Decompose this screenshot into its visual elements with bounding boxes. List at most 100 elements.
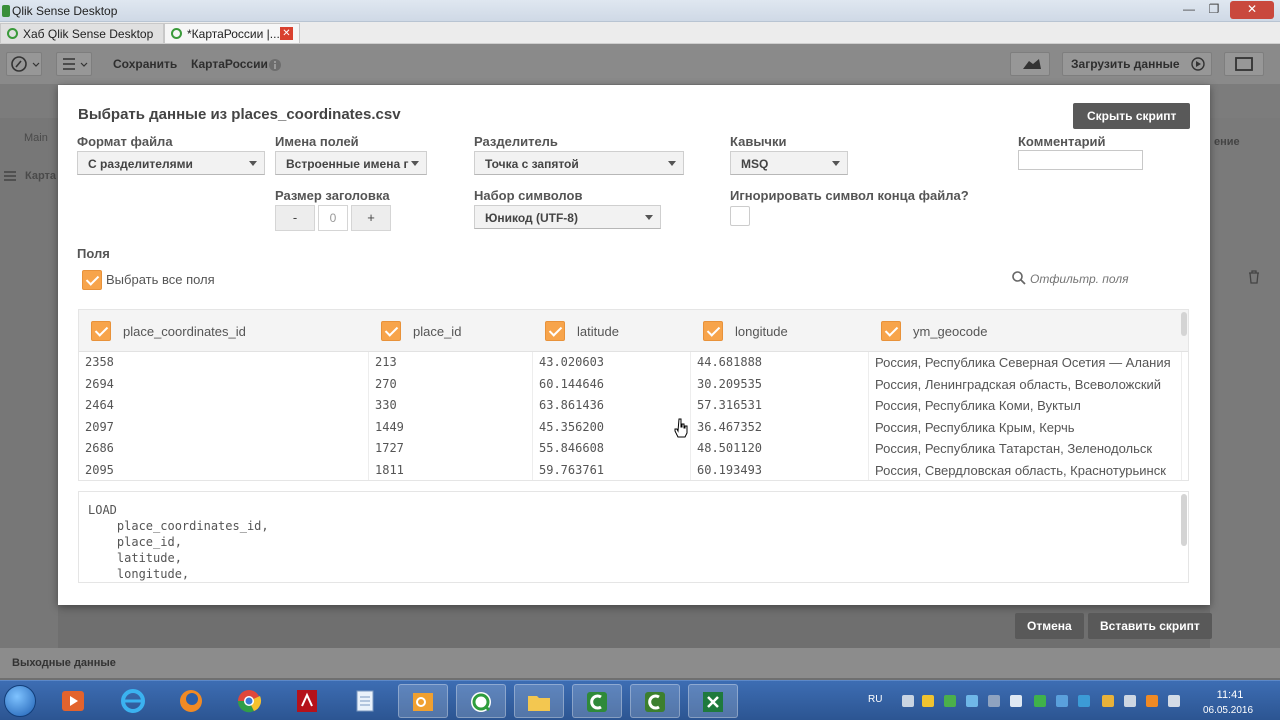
network-icon[interactable] (1168, 695, 1180, 707)
left-panel: Main Карта (0, 118, 58, 648)
header-size-decrement-button[interactable]: - (275, 205, 315, 231)
folder-icon[interactable] (514, 684, 564, 718)
table-scrollbar[interactable] (1181, 312, 1187, 336)
table-cell: Россия, Республика Коми, Вуктыл (869, 395, 1182, 417)
clock-time[interactable]: 11:41 (1200, 689, 1260, 701)
quotes-value: MSQ (741, 157, 769, 171)
close-tab-icon[interactable]: ✕ (280, 27, 293, 40)
start-button[interactable] (4, 685, 36, 717)
chevron-down-icon (832, 161, 840, 166)
column-name: place_coordinates_id (123, 324, 246, 339)
script-text: LOAD place_coordinates_id, place_id, lat… (88, 502, 269, 582)
quotes-dropdown[interactable]: MSQ (730, 151, 848, 175)
panel-toggle-button[interactable] (1224, 52, 1264, 76)
navigation-button[interactable] (6, 52, 42, 76)
excel-icon[interactable] (688, 684, 738, 718)
tray-app-icon[interactable] (902, 695, 914, 707)
windows-flag-icon[interactable] (1010, 695, 1022, 707)
script-scrollbar[interactable] (1181, 494, 1187, 546)
acrobat-icon[interactable] (282, 684, 332, 718)
script-line: longitude, (88, 567, 190, 581)
table-row: 2694 270 60.144646 30.209535 Россия, Лен… (79, 373, 1188, 395)
table-cell: Россия, Республика Крым, Керчь (869, 416, 1182, 438)
field-filter-input[interactable] (1030, 270, 1180, 288)
tray-app-icon[interactable] (1146, 695, 1158, 707)
camtasia-icon[interactable] (572, 684, 622, 718)
header-size-input[interactable]: 0 (318, 205, 348, 231)
table-cell: 36.467352 (691, 416, 869, 438)
save-button[interactable]: Сохранить (113, 57, 177, 71)
table-cell: 43.020603 (533, 352, 691, 374)
sheet-tab-label[interactable]: Карта (25, 170, 56, 182)
file-format-dropdown[interactable]: С разделителями (77, 151, 265, 175)
column-header-place-coordinates-id[interactable]: place_coordinates_id (79, 310, 369, 352)
field-names-dropdown[interactable]: Встроенные имена г (275, 151, 427, 175)
clock-date[interactable]: 06.05.2016 (1196, 705, 1260, 716)
column-header-longitude[interactable]: longitude (691, 310, 869, 352)
volume-icon[interactable] (1124, 695, 1136, 707)
cancel-button[interactable]: Отмена (1015, 613, 1084, 639)
close-window-button[interactable]: ✕ (1230, 1, 1274, 19)
column-header-latitude[interactable]: latitude (533, 310, 691, 352)
hide-script-button[interactable]: Скрыть скрипт (1073, 103, 1191, 129)
data-manager-button[interactable] (1010, 52, 1050, 76)
column-header-place-id[interactable]: place_id (369, 310, 533, 352)
table-cell: 1811 (369, 459, 533, 480)
table-row: 2464 330 63.861436 57.316531 Россия, Рес… (79, 395, 1188, 417)
load-data-button[interactable]: Загрузить данные (1062, 52, 1212, 76)
ignore-eof-checkbox[interactable] (730, 206, 750, 226)
menu-button[interactable] (56, 52, 92, 76)
select-data-dialog: Выбрать данные из places_coordinates.csv… (58, 85, 1210, 605)
trash-icon[interactable] (1248, 270, 1260, 284)
table-cell: 213 (369, 352, 533, 374)
tray-app-icon[interactable] (922, 695, 934, 707)
script-preview[interactable]: LOAD place_coordinates_id, place_id, lat… (78, 491, 1189, 583)
charset-label: Набор символов (474, 188, 583, 203)
chevron-down-icon (645, 215, 653, 220)
tray-app-icon[interactable] (1102, 695, 1114, 707)
maximize-button[interactable]: ❐ (1202, 1, 1226, 19)
column-header-ym-geocode[interactable]: ym_geocode (869, 310, 1188, 352)
header-size-increment-button[interactable]: + (351, 205, 391, 231)
chevron-down-icon (668, 161, 676, 166)
internet-explorer-icon[interactable] (108, 684, 158, 718)
tray-app-icon[interactable] (966, 695, 978, 707)
firefox-icon[interactable] (166, 684, 216, 718)
charset-dropdown[interactable]: Юникод (UTF-8) (474, 205, 661, 229)
tray-app-icon[interactable] (944, 695, 956, 707)
tray-app-icon[interactable] (1034, 695, 1046, 707)
outlook-icon[interactable] (398, 684, 448, 718)
tray-app-icon[interactable] (1056, 695, 1068, 707)
media-player-icon[interactable] (48, 684, 98, 718)
column-checkbox[interactable] (881, 321, 901, 341)
column-checkbox[interactable] (381, 321, 401, 341)
search-icon[interactable] (1012, 271, 1026, 285)
output-data-label[interactable]: Выходные данные (12, 657, 116, 669)
table-cell: 55.846608 (533, 438, 691, 460)
notepad-icon[interactable] (340, 684, 390, 718)
edit-label[interactable]: ение (1214, 136, 1240, 148)
tab-hub[interactable]: Хаб Qlik Sense Desktop (0, 23, 164, 43)
column-checkbox[interactable] (703, 321, 723, 341)
language-indicator[interactable]: RU (868, 694, 882, 705)
delimiter-dropdown[interactable]: Точка с запятой (474, 151, 684, 175)
hamburger-icon[interactable] (4, 171, 16, 181)
camtasia-recorder-icon[interactable] (630, 684, 680, 718)
bluetooth-icon[interactable] (988, 695, 1000, 707)
info-icon[interactable] (268, 58, 282, 72)
breadcrumb-main[interactable]: Main (24, 132, 48, 144)
select-all-checkbox[interactable] (82, 270, 102, 290)
minimize-button[interactable]: — (1176, 1, 1202, 19)
insert-script-button[interactable]: Вставить скрипт (1088, 613, 1212, 639)
compass-icon (11, 56, 40, 72)
comment-input[interactable] (1018, 150, 1143, 170)
tray-app-icon[interactable] (1078, 695, 1090, 707)
tab-karta-rossii[interactable]: *КартаРоссии |... ✕ (164, 23, 300, 43)
play-icon (1191, 57, 1205, 71)
table-cell: Россия, Республика Татарстан, Зеленодоль… (869, 438, 1182, 460)
column-checkbox[interactable] (545, 321, 565, 341)
table-cell: 60.144646 (533, 373, 691, 395)
qlik-sense-icon[interactable] (456, 684, 506, 718)
column-checkbox[interactable] (91, 321, 111, 341)
chrome-icon[interactable] (224, 684, 274, 718)
